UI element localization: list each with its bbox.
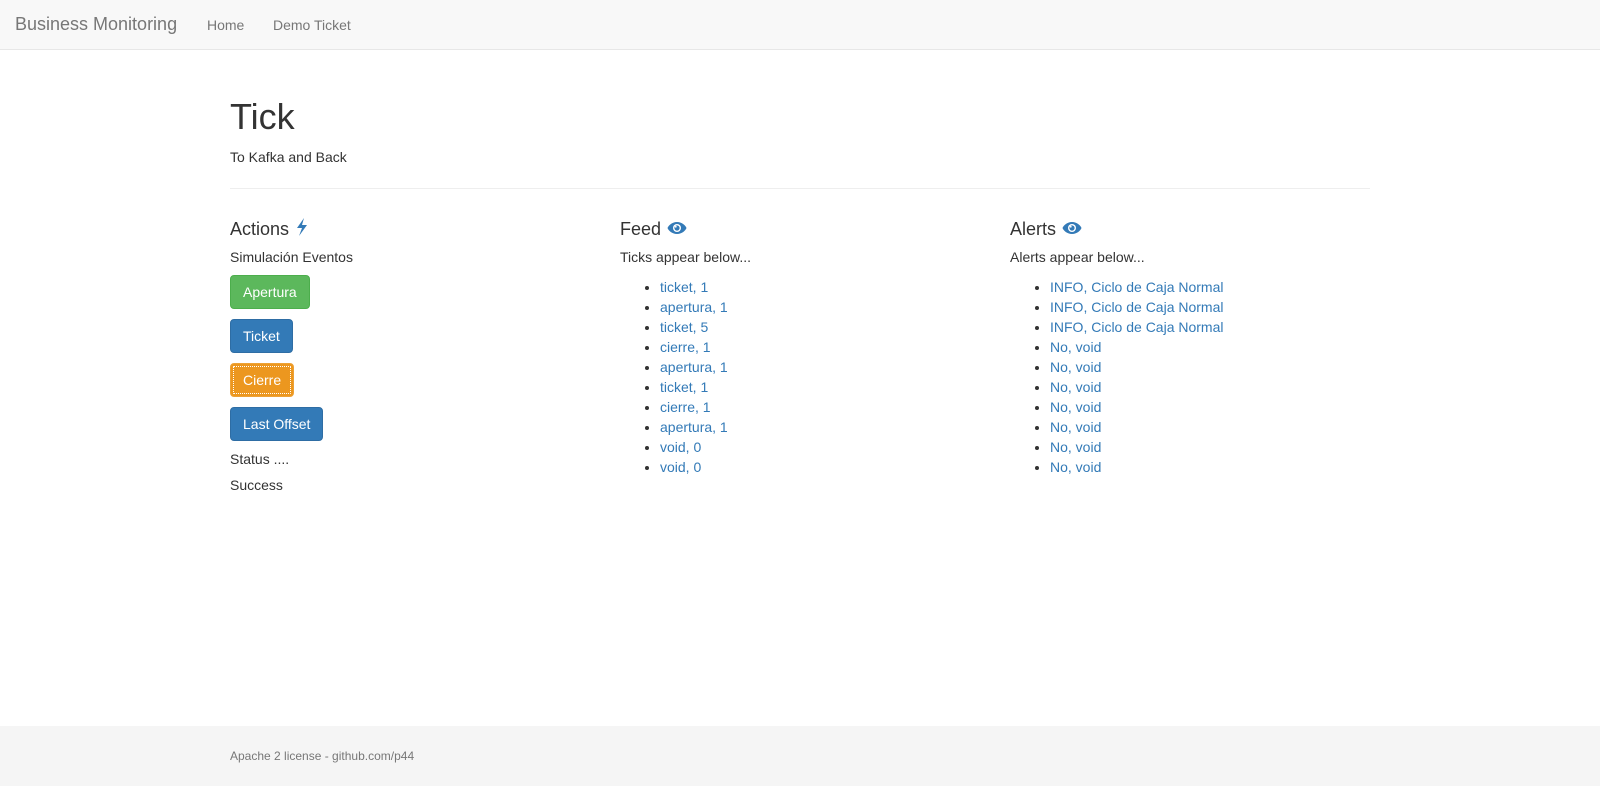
feed-item-link[interactable]: ticket, 1	[660, 279, 708, 295]
last-offset-row: Last Offset	[230, 407, 590, 441]
list-item: No, void	[1050, 457, 1370, 477]
list-item: INFO, Ciclo de Caja Normal	[1050, 277, 1370, 297]
list-item: No, void	[1050, 377, 1370, 397]
feed-list: ticket, 1 apertura, 1 ticket, 5 cierre, …	[620, 277, 980, 477]
apertura-button[interactable]: Apertura	[230, 275, 310, 309]
divider	[230, 188, 1370, 189]
list-item: ticket, 1	[660, 277, 980, 297]
navbar: Business Monitoring Home Demo Ticket	[0, 0, 1600, 50]
list-item: ticket, 1	[660, 377, 980, 397]
alert-item-link[interactable]: No, void	[1050, 379, 1101, 395]
feed-item-link[interactable]: ticket, 5	[660, 319, 708, 335]
alert-item-link[interactable]: INFO, Ciclo de Caja Normal	[1050, 319, 1224, 335]
footer-text: Apache 2 license - github.com/p44	[230, 749, 415, 763]
list-item: INFO, Ciclo de Caja Normal	[1050, 297, 1370, 317]
bolt-icon	[295, 217, 309, 241]
actions-heading: Actions	[230, 217, 590, 241]
apertura-row: Apertura	[230, 275, 590, 309]
page-title: Tick	[230, 96, 295, 137]
feed-item-link[interactable]: ticket, 1	[660, 379, 708, 395]
list-item: ticket, 5	[660, 317, 980, 337]
list-item: apertura, 1	[660, 417, 980, 437]
alert-item-link[interactable]: No, void	[1050, 339, 1101, 355]
list-item: apertura, 1	[660, 297, 980, 317]
feed-item-link[interactable]: apertura, 1	[660, 299, 728, 315]
feed-item-link[interactable]: cierre, 1	[660, 339, 711, 355]
feed-heading: Feed	[620, 217, 980, 241]
nav-link-home[interactable]: Home	[207, 17, 244, 33]
list-item: cierre, 1	[660, 337, 980, 357]
footer: Apache 2 license - github.com/p44	[0, 726, 1600, 786]
list-item: void, 0	[660, 457, 980, 477]
list-item: No, void	[1050, 337, 1370, 357]
list-item: cierre, 1	[660, 397, 980, 417]
list-item: No, void	[1050, 437, 1370, 457]
feed-description: Ticks appear below...	[620, 249, 751, 265]
feed-item-link[interactable]: apertura, 1	[660, 419, 728, 435]
list-item: No, void	[1050, 357, 1370, 377]
eye-icon	[1062, 219, 1082, 240]
alerts-description: Alerts appear below...	[1010, 249, 1145, 265]
alert-item-link[interactable]: No, void	[1050, 399, 1101, 415]
cierre-button[interactable]: Cierre	[230, 363, 295, 397]
list-item: No, void	[1050, 417, 1370, 437]
list-item: INFO, Ciclo de Caja Normal	[1050, 317, 1370, 337]
alert-item-link[interactable]: No, void	[1050, 459, 1101, 475]
list-item: apertura, 1	[660, 357, 980, 377]
alerts-column: Alerts Alerts appear below... INFO, Cicl…	[1010, 217, 1370, 477]
feed-item-link[interactable]: void, 0	[660, 439, 701, 455]
last-offset-button[interactable]: Last Offset	[230, 407, 324, 441]
actions-description: Simulación Eventos	[230, 249, 353, 265]
status-label: Status ....	[230, 451, 290, 467]
feed-column: Feed Ticks appear below... ticket, 1 ape…	[620, 217, 980, 477]
actions-heading-label: Actions	[230, 218, 290, 239]
feed-heading-label: Feed	[620, 218, 662, 239]
list-item: No, void	[1050, 397, 1370, 417]
feed-item-link[interactable]: cierre, 1	[660, 399, 711, 415]
navbar-brand[interactable]: Business Monitoring	[15, 14, 177, 35]
ticket-row: Ticket	[230, 319, 590, 353]
alert-item-link[interactable]: INFO, Ciclo de Caja Normal	[1050, 279, 1224, 295]
alert-item-link[interactable]: No, void	[1050, 419, 1101, 435]
eye-icon	[667, 219, 687, 240]
alert-item-link[interactable]: INFO, Ciclo de Caja Normal	[1050, 299, 1224, 315]
alerts-list: INFO, Ciclo de Caja Normal INFO, Ciclo d…	[1010, 277, 1370, 477]
alert-item-link[interactable]: No, void	[1050, 359, 1101, 375]
page-subtitle: To Kafka and Back	[230, 149, 347, 165]
actions-column: Actions Simulación Eventos Apertura Tick…	[230, 217, 590, 493]
cierre-row: Cierre	[230, 363, 590, 397]
feed-item-link[interactable]: void, 0	[660, 459, 701, 475]
ticket-button[interactable]: Ticket	[230, 319, 293, 353]
status-value: Success	[230, 477, 283, 493]
alerts-heading-label: Alerts	[1010, 218, 1057, 239]
list-item: void, 0	[660, 437, 980, 457]
alerts-heading: Alerts	[1010, 217, 1370, 241]
feed-item-link[interactable]: apertura, 1	[660, 359, 728, 375]
nav-link-demo-ticket[interactable]: Demo Ticket	[273, 17, 351, 33]
alert-item-link[interactable]: No, void	[1050, 439, 1101, 455]
